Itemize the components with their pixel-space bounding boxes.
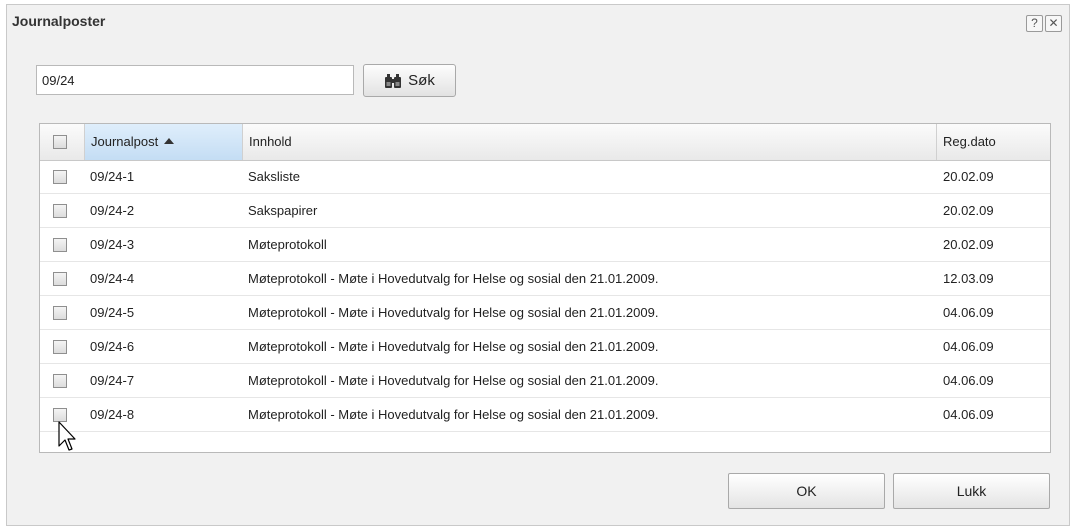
binoculars-icon [385,73,402,88]
regdato-cell: 20.02.09 [943,169,994,184]
innhold-cell: Saksliste [248,169,301,184]
journalpost-cell: 09/24-1 [90,169,135,184]
row-checkbox[interactable] [53,408,67,422]
journalpost-cell: 09/24-3 [90,237,135,252]
journal-table: Journalpost Innhold Reg.dato 09/24-1 Sak… [39,123,1051,453]
journalpost-cell: 09/24-6 [90,339,135,354]
row-checkbox[interactable] [53,170,67,184]
search-button-label: Søk [408,72,435,89]
innhold-cell: Møteprotokoll - Møte i Hovedutvalg for H… [248,339,659,354]
row-checkbox[interactable] [53,238,67,252]
table-row[interactable]: 09/24-8 Møteprotokoll - Møte i Hovedutva… [40,398,1050,432]
column-header-journalpost[interactable]: Journalpost [85,124,243,160]
close-icon[interactable]: ✕ [1045,15,1062,32]
sort-ascending-icon [164,138,175,144]
innhold-cell: Møteprotokoll - Møte i Hovedutvalg for H… [248,305,659,320]
journalpost-cell: 09/24-2 [90,203,135,218]
innhold-cell: Møteprotokoll - Møte i Hovedutvalg for H… [248,407,659,422]
regdato-cell: 20.02.09 [943,237,994,252]
innhold-cell: Møteprotokoll - Møte i Hovedutvalg for H… [248,373,659,388]
regdato-cell: 20.02.09 [943,203,994,218]
table-row[interactable]: 09/24-2 Sakspapirer 20.02.09 [40,194,1050,228]
row-checkbox[interactable] [53,340,67,354]
regdato-cell: 04.06.09 [943,305,994,320]
table-row[interactable]: 09/24-1 Saksliste 20.02.09 [40,160,1050,194]
search-button[interactable]: Søk [363,64,456,97]
column-header-innhold[interactable]: Innhold [243,124,937,160]
journalpost-cell: 09/24-4 [90,271,135,286]
table-row[interactable]: 09/24-6 Møteprotokoll - Møte i Hovedutva… [40,330,1050,364]
table-row[interactable]: 09/24-7 Møteprotokoll - Møte i Hovedutva… [40,364,1050,398]
journalposter-dialog: Journalposter ? ✕ Søk Journalpost Innhol… [6,4,1070,526]
column-header-regdato[interactable]: Reg.dato [937,124,1050,160]
regdato-cell: 04.06.09 [943,373,994,388]
row-checkbox[interactable] [53,272,67,286]
help-button[interactable]: ? [1026,15,1043,32]
regdato-cell: 04.06.09 [943,339,994,354]
journalpost-cell: 09/24-7 [90,373,135,388]
row-checkbox[interactable] [53,204,67,218]
dialog-title: Journalposter [12,13,106,29]
ok-button[interactable]: OK [728,473,885,509]
row-checkbox[interactable] [53,374,67,388]
row-checkbox[interactable] [53,306,67,320]
innhold-cell: Sakspapirer [248,203,318,218]
select-all-checkbox[interactable] [53,135,67,149]
dialog-titlebar: Journalposter ? ✕ [7,5,1069,39]
table-row[interactable]: 09/24-4 Møteprotokoll - Møte i Hovedutva… [40,262,1050,296]
journalpost-cell: 09/24-8 [90,407,135,422]
table-row[interactable]: 09/24-3 Møteprotokoll 20.02.09 [40,228,1050,262]
table-row[interactable]: 09/24-5 Møteprotokoll - Møte i Hovedutva… [40,296,1050,330]
innhold-cell: Møteprotokoll [248,237,327,252]
innhold-cell: Møteprotokoll - Møte i Hovedutvalg for H… [248,271,659,286]
table-header: Journalpost Innhold Reg.dato [40,124,1050,161]
regdato-cell: 12.03.09 [943,271,994,286]
regdato-cell: 04.06.09 [943,407,994,422]
lukk-button[interactable]: Lukk [893,473,1050,509]
header-select-cell [40,124,85,160]
search-input[interactable] [36,65,354,95]
journalpost-cell: 09/24-5 [90,305,135,320]
